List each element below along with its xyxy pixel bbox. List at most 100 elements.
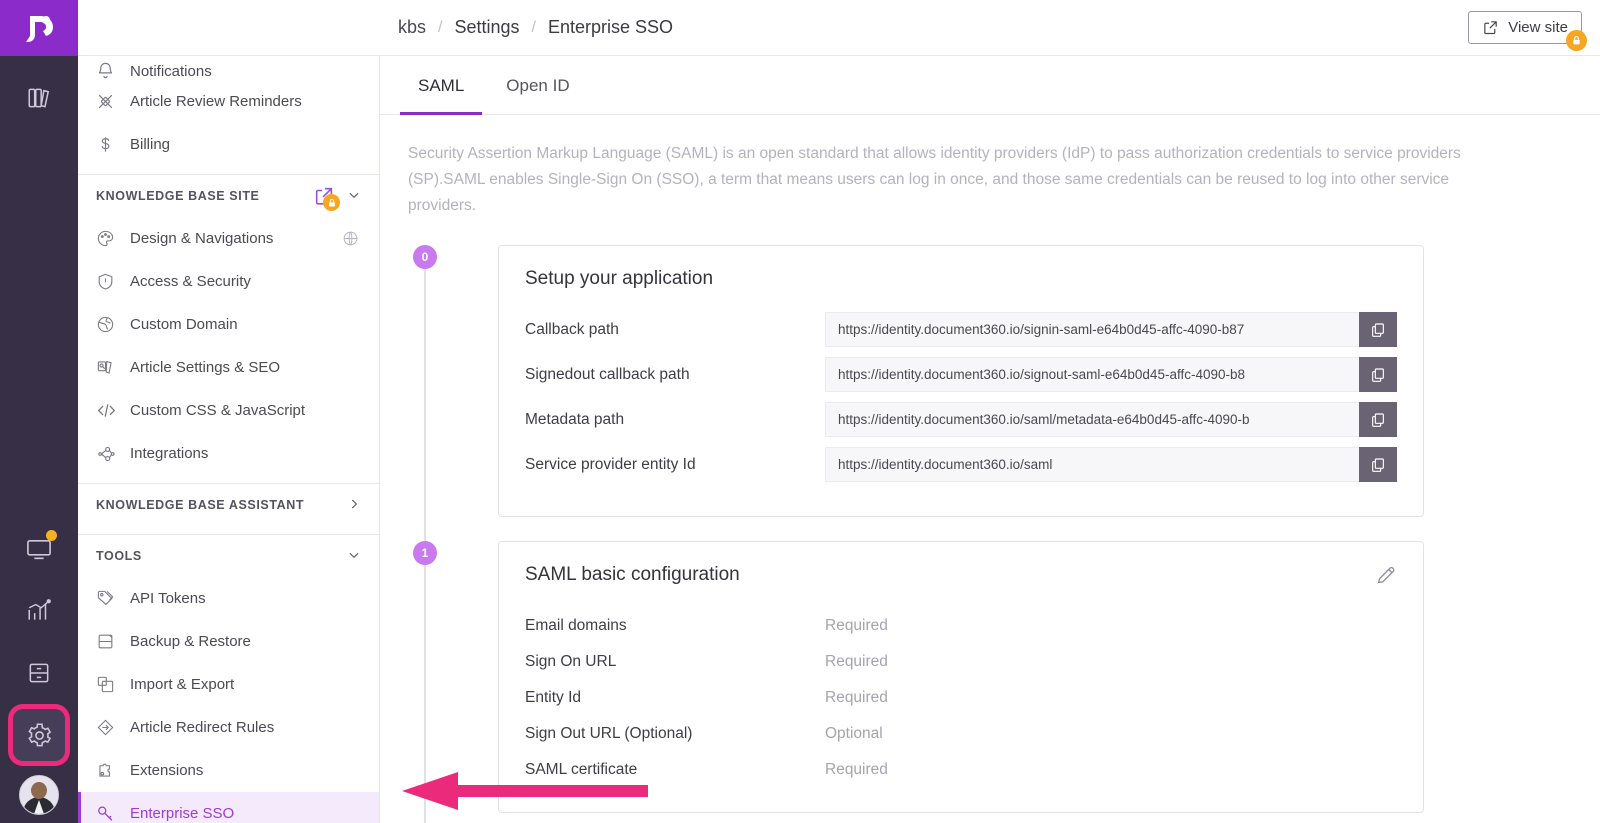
view-site-label: View site: [1508, 19, 1568, 36]
rail-item-documentation[interactable]: [13, 72, 65, 124]
top-bar: kbs / Settings / Enterprise SSO View sit…: [78, 0, 1600, 56]
copy-button[interactable]: [1359, 402, 1397, 437]
key-icon: [96, 804, 130, 823]
sidebar-label: Billing: [130, 136, 171, 153]
sidebar-group-title: KNOWLEDGE BASE ASSISTANT: [96, 498, 305, 512]
chevron-down-icon[interactable]: [347, 188, 361, 204]
input-group: https://identity.document360.io/saml/met…: [825, 402, 1397, 437]
field-callback-path: Callback path https://identity.document3…: [525, 312, 1397, 347]
breadcrumb: kbs / Settings / Enterprise SSO: [398, 17, 673, 38]
breadcrumb-item-project[interactable]: kbs: [398, 17, 426, 38]
tab-open-id[interactable]: Open ID: [488, 56, 587, 115]
rail-item-widget[interactable]: [13, 647, 65, 699]
sidebar-group-knowledge-base-assistant[interactable]: KNOWLEDGE BASE ASSISTANT: [78, 484, 379, 526]
service-provider-entity-id-value[interactable]: https://identity.document360.io/saml: [825, 447, 1359, 482]
lock-badge-icon: [323, 194, 340, 211]
left-arrow-icon: [402, 772, 648, 810]
gear-icon: [27, 722, 51, 746]
redirect-icon: [96, 718, 130, 737]
pencil-icon: [1377, 566, 1395, 584]
rail-item-settings[interactable]: [13, 709, 65, 761]
globe-domain-icon: [96, 315, 130, 334]
sidebar-group-tools[interactable]: TOOLS: [78, 535, 379, 577]
chevron-right-icon[interactable]: [347, 497, 361, 513]
row-label-text: Sign Out URL: [525, 725, 621, 742]
row-label: Sign Out URL (Optional): [525, 725, 825, 743]
sidebar-label: API Tokens: [130, 590, 206, 607]
rail-item-analytics[interactable]: [13, 585, 65, 637]
group-trailing: [347, 548, 361, 564]
review-icon: [96, 92, 130, 111]
dollar-icon: [96, 135, 130, 154]
sidebar-label: Notifications: [130, 63, 212, 80]
sidebar-item-enterprise-sso[interactable]: Enterprise SSO: [78, 792, 379, 823]
field-signedout-callback-path: Signedout callback path https://identity…: [525, 357, 1397, 392]
app-root: Notifications Article Review Reminders B…: [0, 0, 1600, 823]
sidebar-item-integrations[interactable]: Integrations: [78, 432, 379, 475]
sidebar-label: Article Redirect Rules: [130, 719, 275, 736]
row-label: Sign On URL: [525, 653, 825, 671]
sidebar-item-api-tokens[interactable]: API Tokens: [78, 577, 379, 620]
chevron-down-icon[interactable]: [347, 548, 361, 564]
external-link-lock[interactable]: [313, 185, 340, 211]
copy-button[interactable]: [1359, 447, 1397, 482]
rail-item-drive[interactable]: [13, 523, 65, 575]
sidebar-item-billing[interactable]: Billing: [78, 123, 379, 166]
tab-bar: SAML Open ID: [380, 56, 1600, 115]
sidebar-item-article-redirect-rules[interactable]: Article Redirect Rules: [78, 706, 379, 749]
sidebar-group-knowledge-base-site[interactable]: KNOWLEDGE BASE SITE: [78, 175, 379, 217]
books-icon: [28, 88, 50, 108]
row-sign-on-url: Sign On URL Required: [525, 644, 1397, 680]
sidebar-item-extensions[interactable]: Extensions: [78, 749, 379, 792]
avatar-head: [31, 782, 47, 799]
analytics-chart-icon: [28, 599, 51, 620]
user-avatar[interactable]: [19, 775, 59, 815]
integrations-icon: [96, 444, 130, 464]
external-link-icon: [1484, 21, 1498, 35]
tab-saml[interactable]: SAML: [400, 56, 483, 115]
app-logo[interactable]: [0, 0, 78, 56]
annotation-arrow: [398, 768, 648, 819]
field-label: Callback path: [525, 320, 619, 338]
view-site-button[interactable]: View site: [1468, 11, 1587, 51]
settings-sidebar[interactable]: Notifications Article Review Reminders B…: [78, 0, 380, 823]
edit-button[interactable]: [1375, 564, 1397, 591]
copy-button[interactable]: [1359, 312, 1397, 347]
sidebar-item-article-settings-seo[interactable]: Article Settings & SEO: [78, 346, 379, 389]
backup-icon: [96, 632, 130, 651]
callback-path-value[interactable]: https://identity.document360.io/signin-s…: [825, 312, 1359, 347]
row-status: Optional: [825, 725, 883, 742]
sidebar-item-custom-domain[interactable]: Custom Domain: [78, 303, 379, 346]
saml-description: Security Assertion Markup Language (SAML…: [408, 145, 1461, 214]
metadata-path-value[interactable]: https://identity.document360.io/saml/met…: [825, 402, 1359, 437]
row-status: Required: [825, 689, 888, 706]
bell-icon: [96, 61, 130, 80]
sidebar-item-article-review-reminders[interactable]: Article Review Reminders: [78, 80, 379, 123]
breadcrumb-separator: /: [438, 18, 443, 36]
copy-button[interactable]: [1359, 357, 1397, 392]
rail-badge-dot: [46, 530, 57, 541]
sidebar-label: Custom Domain: [130, 316, 238, 333]
sidebar-label: Enterprise SSO: [130, 805, 235, 822]
sidebar-label: Import & Export: [130, 676, 235, 693]
sidebar-item-access-security[interactable]: Access & Security: [78, 260, 379, 303]
sidebar-item-design-navigations[interactable]: Design & Navigations: [78, 217, 379, 260]
globe-icon[interactable]: [342, 230, 359, 247]
sidebar-item-backup-restore[interactable]: Backup & Restore: [78, 620, 379, 663]
sidebar-item-import-export[interactable]: Import & Export: [78, 663, 379, 706]
breadcrumb-separator: /: [531, 18, 536, 36]
signedout-callback-path-value[interactable]: https://identity.document360.io/signout-…: [825, 357, 1359, 392]
field-label: Signedout callback path: [525, 365, 690, 383]
input-group: https://identity.document360.io/signin-s…: [825, 312, 1397, 347]
sidebar-label: Access & Security: [130, 273, 251, 290]
setup-timeline: 0 Setup your application Callback path h…: [380, 219, 1600, 823]
sidebar-label: Custom CSS & JavaScript: [130, 402, 306, 419]
breadcrumb-item-settings[interactable]: Settings: [454, 17, 519, 38]
drawer-icon: [29, 663, 49, 683]
copy-icon: [1372, 322, 1384, 337]
sidebar-item-notifications[interactable]: Notifications: [78, 56, 379, 80]
card-title: Setup your application: [525, 268, 714, 289]
sidebar-item-custom-css-javascript[interactable]: Custom CSS & JavaScript: [78, 389, 379, 432]
code-icon: [96, 400, 130, 421]
copy-icon: [1372, 367, 1384, 382]
